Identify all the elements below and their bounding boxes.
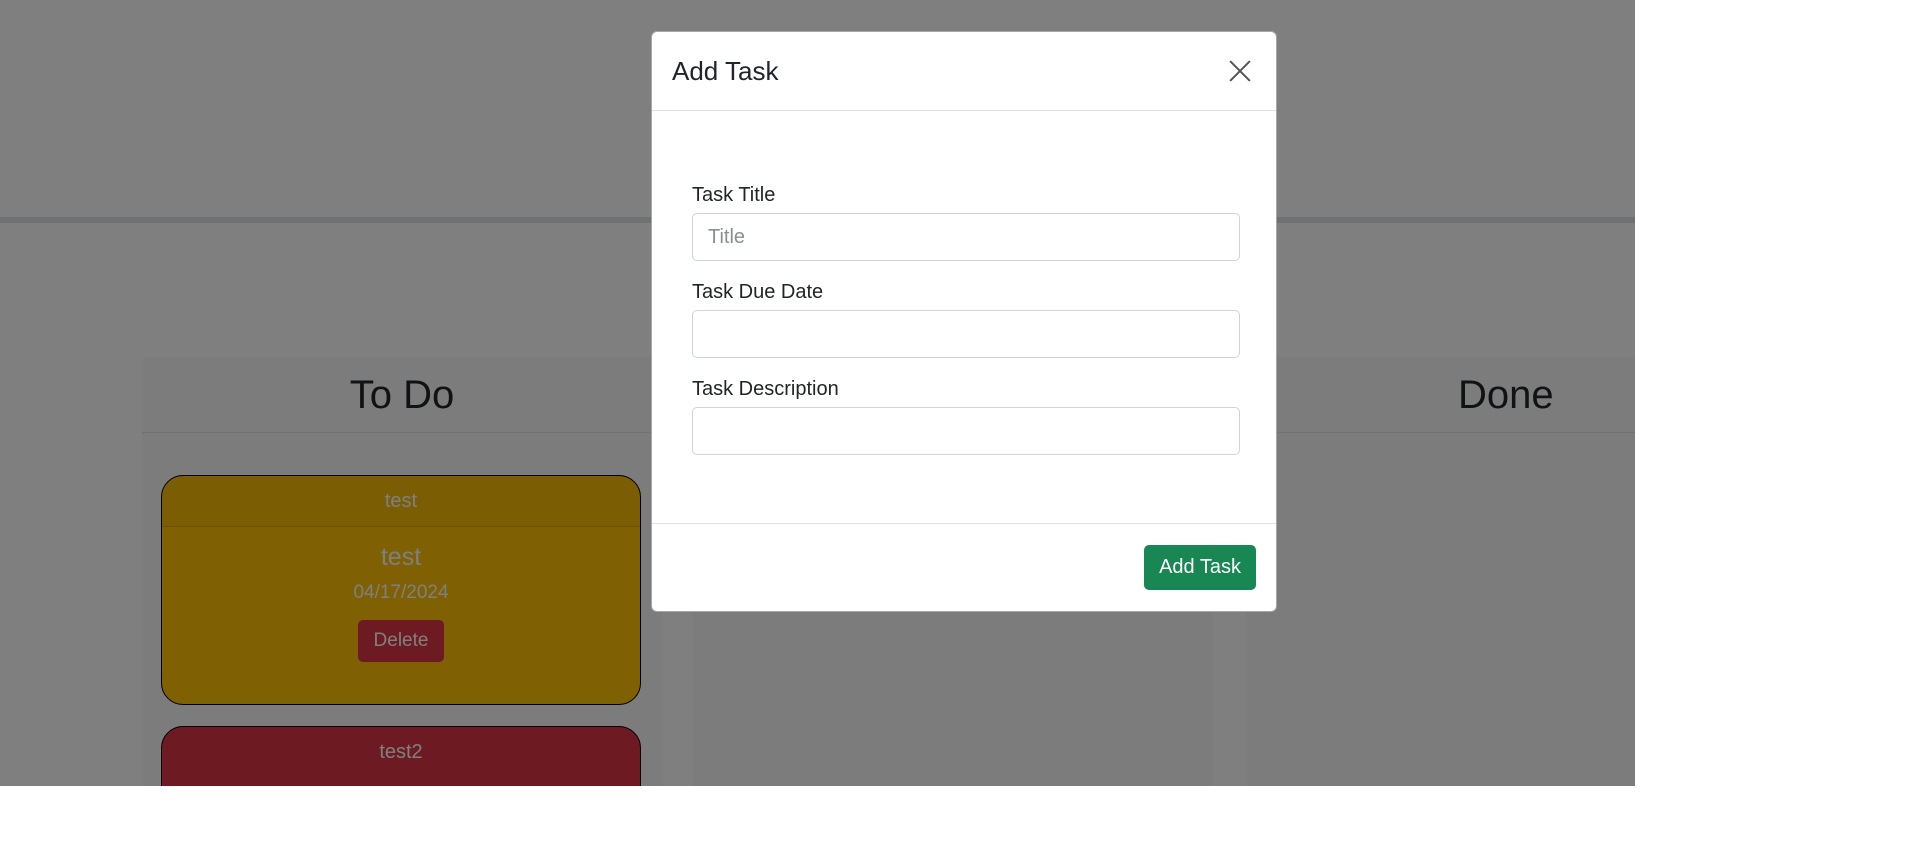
modal-title: Add Task (672, 55, 779, 86)
task-due-date-input[interactable] (692, 310, 1240, 358)
add-task-modal: Add Task Task Title Task Due Date Task D… (651, 31, 1277, 612)
add-task-button[interactable]: Add Task (1144, 545, 1256, 590)
modal-footer: Add Task (652, 523, 1276, 611)
modal-header: Add Task (652, 32, 1276, 111)
task-title-input[interactable] (692, 213, 1240, 261)
modal-body: Task Title Task Due Date Task Descriptio… (652, 111, 1276, 556)
task-description-input[interactable] (692, 407, 1240, 455)
task-description-group: Task Description (692, 378, 1240, 455)
close-icon[interactable] (1224, 55, 1256, 87)
task-title-label: Task Title (692, 184, 776, 206)
task-due-date-group: Task Due Date (692, 281, 1240, 358)
task-title-group: Task Title (692, 184, 1240, 261)
task-description-label: Task Description (692, 378, 839, 400)
task-due-date-label: Task Due Date (692, 281, 824, 303)
